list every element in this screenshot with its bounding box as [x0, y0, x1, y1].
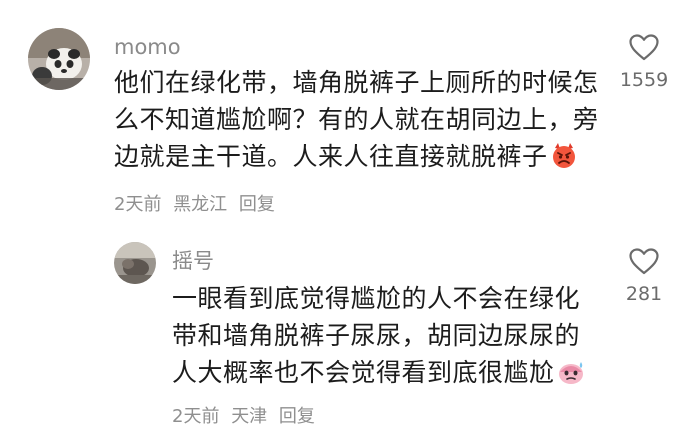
reply-button[interactable]: 回复 — [279, 406, 315, 427]
username[interactable]: 摇号 — [172, 248, 214, 274]
panda-avatar-icon — [28, 28, 90, 90]
comment-text: 一眼看到底觉得尴尬的人不会在绿化 带和墙角脱裤子尿尿，胡同边尿尿的 人大概率也不… — [172, 280, 585, 396]
comment-location: 天津 — [231, 406, 268, 427]
angry-devil-emoji-icon — [550, 142, 578, 180]
comment-text-line: 边就是主干道。人来人往直接就脱裤子 — [114, 138, 599, 180]
username[interactable]: momo — [114, 34, 181, 60]
photo-avatar-icon — [114, 242, 156, 284]
like-button[interactable]: 1559 — [614, 34, 674, 91]
comment-text-segment: 么不知道尴尬啊？有的人就在胡同边上，旁 — [114, 105, 599, 134]
like-button[interactable]: 281 — [614, 248, 674, 305]
comment-text-line: 带和墙角脱裤子尿尿，胡同边尿尿的 — [172, 321, 581, 350]
comment-time: 2天前 — [172, 406, 220, 427]
reply-button[interactable]: 回复 — [239, 194, 275, 215]
comment-text: 他们在绿化带，墙角脱裤子上厕所的时候怎 么不知道尴尬啊？有的人就在胡同边上，旁 … — [114, 64, 599, 180]
like-count: 1559 — [619, 69, 669, 91]
heart-outline-icon — [629, 34, 659, 61]
sweat-face-emoji-icon — [557, 358, 585, 396]
comment-text-line: 他们在绿化带，墙角脱裤子上厕所的时候怎 — [114, 68, 599, 97]
heart-outline-icon — [629, 248, 659, 275]
comment-text-segment: 边就是主干道。人来人往直接就脱裤子 — [114, 142, 548, 171]
like-count: 281 — [625, 283, 663, 305]
comment-meta: 2天前 天津 回复 — [172, 406, 321, 428]
avatar[interactable] — [28, 28, 90, 90]
comment-text-line: 一眼看到底觉得尴尬的人不会在绿化 — [172, 284, 581, 313]
comment-text-segment: 人大概率也不会觉得看到底很尴尬 — [172, 358, 555, 387]
comment-meta: 2天前 黑龙江 回复 — [114, 194, 281, 216]
comment-text-line: 么不知道尴尬啊？有的人就在胡同边上，旁 — [114, 101, 599, 138]
comment-text-line: 人大概率也不会觉得看到底很尴尬 — [172, 354, 585, 396]
comment-location: 黑龙江 — [173, 194, 228, 215]
avatar[interactable] — [114, 242, 156, 284]
comment-time: 2天前 — [114, 194, 162, 215]
